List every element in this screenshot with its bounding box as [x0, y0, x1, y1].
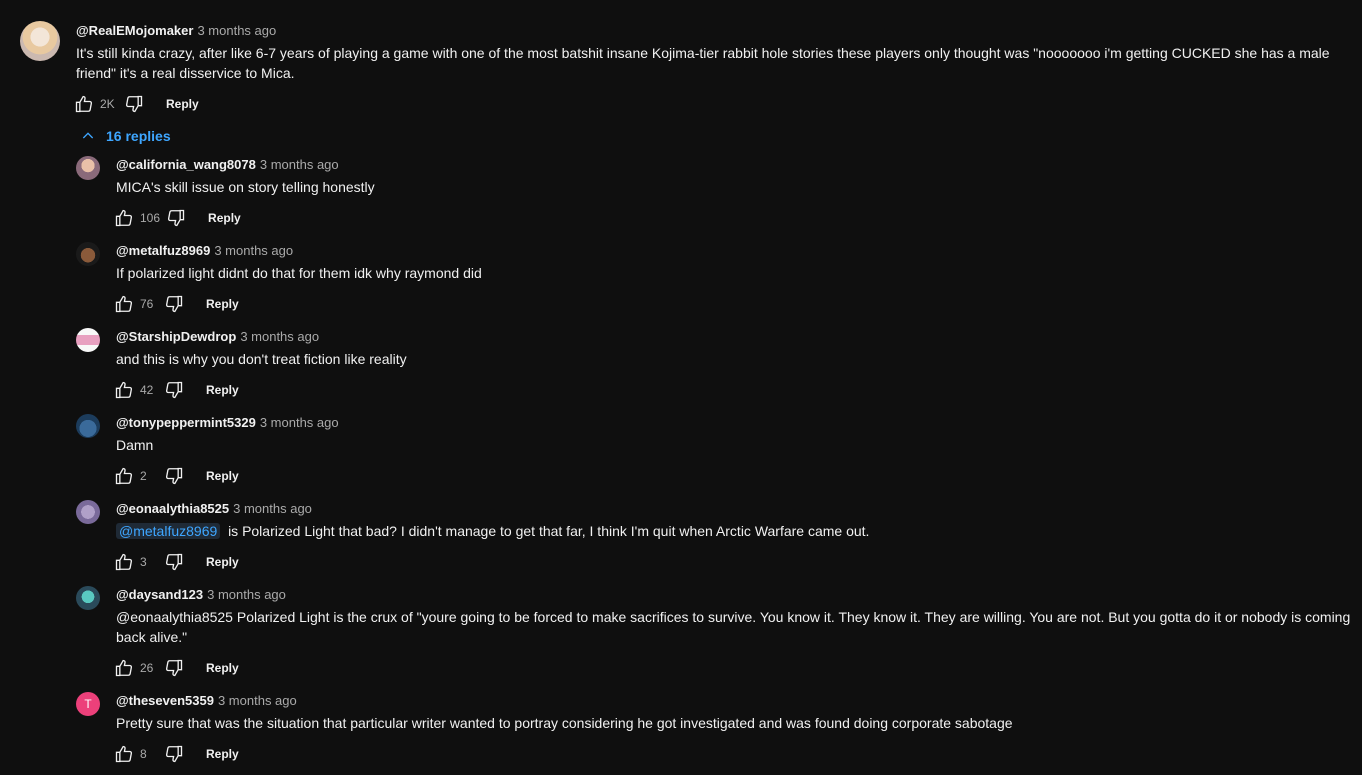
dislike-icon[interactable] — [164, 658, 184, 678]
dislike-icon[interactable] — [164, 380, 184, 400]
comment-header: @RealEMojomaker 3 months ago — [76, 23, 276, 38]
replies-toggle[interactable]: 16 replies — [80, 128, 171, 144]
reply-author[interactable]: @california_wang8078 — [116, 157, 256, 172]
chevron-up-icon — [82, 132, 94, 139]
reply-text: Pretty sure that was the situation that … — [116, 715, 1013, 731]
reply-author[interactable]: @tonypeppermint5329 — [116, 415, 256, 430]
like-icon[interactable] — [74, 94, 94, 114]
dislike-icon[interactable] — [164, 552, 184, 572]
comment-author[interactable]: @RealEMojomaker — [76, 23, 193, 38]
reply-actions: 3 Reply — [114, 550, 239, 574]
reply-author[interactable]: @metalfuz8969 — [116, 243, 210, 258]
reply-header: @daysand123 3 months ago — [116, 587, 286, 602]
reply-button[interactable]: Reply — [206, 383, 239, 397]
reply-author[interactable]: @StarshipDewdrop — [116, 329, 236, 344]
replies-count: 16 replies — [106, 128, 171, 144]
comment-text: It's still kinda crazy, after like 6-7 y… — [76, 45, 1330, 81]
reply-author[interactable]: @eonaalythia8525 — [116, 501, 229, 516]
avatar[interactable]: T — [76, 692, 100, 716]
like-count: 3 — [140, 555, 147, 569]
like-count: 8 — [140, 747, 147, 761]
comment-time[interactable]: 3 months ago — [197, 23, 276, 38]
reply-time[interactable]: 3 months ago — [214, 243, 293, 258]
avatar[interactable] — [76, 328, 100, 352]
reply-button[interactable]: Reply — [208, 211, 241, 225]
reply-button[interactable]: Reply — [206, 469, 239, 483]
like-count: 2K — [100, 97, 115, 111]
reply-actions: 76 Reply — [114, 292, 239, 316]
reply-author[interactable]: @daysand123 — [116, 587, 203, 602]
reply-actions: 2 Reply — [114, 464, 239, 488]
reply-time[interactable]: 3 months ago — [240, 329, 319, 344]
like-icon[interactable] — [114, 466, 134, 486]
avatar[interactable] — [76, 586, 100, 610]
reply-button[interactable]: Reply — [206, 747, 239, 761]
reply-button[interactable]: Reply — [166, 97, 199, 111]
reply-button[interactable]: Reply — [206, 661, 239, 675]
reply-time[interactable]: 3 months ago — [260, 415, 339, 430]
dislike-icon[interactable] — [164, 744, 184, 764]
reply-button[interactable]: Reply — [206, 555, 239, 569]
like-count: 42 — [140, 383, 154, 397]
dislike-icon[interactable] — [124, 94, 144, 114]
reply-header: @tonypeppermint5329 3 months ago — [116, 415, 339, 430]
reply-text: Damn — [116, 437, 154, 453]
reply-text: @eonaalythia8525 Polarized Light is the … — [116, 609, 1351, 645]
reply-header: @theseven5359 3 months ago — [116, 693, 297, 708]
like-count: 106 — [140, 211, 161, 225]
like-icon[interactable] — [114, 552, 134, 572]
reply-header: @StarshipDewdrop 3 months ago — [116, 329, 319, 344]
reply-actions: 106 Reply — [114, 206, 241, 230]
reply-actions: 26 Reply — [114, 656, 239, 680]
avatar[interactable] — [76, 242, 100, 266]
reply-header: @eonaalythia8525 3 months ago — [116, 501, 312, 516]
reply-actions: 8 Reply — [114, 742, 239, 766]
reply-button[interactable]: Reply — [206, 297, 239, 311]
like-icon[interactable] — [114, 208, 134, 228]
reply-text: If polarized light didnt do that for the… — [116, 265, 482, 281]
reply-text: and this is why you don't treat fiction … — [116, 351, 407, 367]
like-icon[interactable] — [114, 380, 134, 400]
like-count: 26 — [140, 661, 154, 675]
reply-author[interactable]: @theseven5359 — [116, 693, 214, 708]
reply-time[interactable]: 3 months ago — [207, 587, 286, 602]
reply-actions: 42 Reply — [114, 378, 239, 402]
reply-header: @california_wang8078 3 months ago — [116, 157, 339, 172]
reply-time[interactable]: 3 months ago — [218, 693, 297, 708]
mention-link[interactable]: @metalfuz8969 — [116, 523, 221, 539]
avatar-letter: T — [84, 697, 92, 711]
dislike-icon[interactable] — [164, 294, 184, 314]
like-icon[interactable] — [114, 658, 134, 678]
avatar[interactable] — [76, 500, 100, 524]
avatar[interactable] — [20, 21, 60, 61]
reply-body: is Polarized Light that bad? I didn't ma… — [228, 523, 870, 539]
avatar[interactable] — [76, 414, 100, 438]
dislike-icon[interactable] — [166, 208, 186, 228]
dislike-icon[interactable] — [164, 466, 184, 486]
reply-header: @metalfuz8969 3 months ago — [116, 243, 293, 258]
comment-actions: 2K Reply — [74, 92, 199, 116]
reply-text: @metalfuz8969 is Polarized Light that ba… — [116, 521, 1346, 541]
like-count: 2 — [140, 469, 147, 483]
reply-time[interactable]: 3 months ago — [233, 501, 312, 516]
like-count: 76 — [140, 297, 154, 311]
like-icon[interactable] — [114, 294, 134, 314]
reply-time[interactable]: 3 months ago — [260, 157, 339, 172]
like-icon[interactable] — [114, 744, 134, 764]
reply-text: MICA's skill issue on story telling hone… — [116, 179, 375, 195]
avatar[interactable] — [76, 156, 100, 180]
